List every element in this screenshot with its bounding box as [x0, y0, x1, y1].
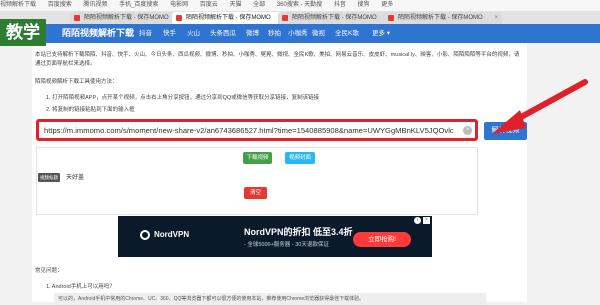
download-video-button[interactable]: 下载视频 — [243, 152, 272, 164]
tab-favicon-icon — [388, 15, 394, 21]
tab-favicon-icon — [282, 15, 288, 21]
parse-video-button[interactable]: 解析视频 — [484, 122, 527, 140]
video-title-text: 天好盖 — [66, 175, 85, 181]
faq-answer: 可以的，Android手机中常用的Chrome、UC、360、QQ等浏览器下都可… — [54, 293, 486, 305]
ad-banner[interactable]: i × NordVPN NordVPN的折扣 低至3.4折 - 全球5000+服… — [118, 216, 432, 257]
nav-item[interactable]: 抖音 — [139, 24, 152, 43]
ad-info-icon[interactable]: i — [414, 217, 421, 224]
bookmark-item[interactable]: 腾讯视频 — [83, 2, 107, 8]
ad-cta-button[interactable]: 立即抢购! — [353, 232, 411, 247]
browser-tab[interactable]: 陌陌视频解析下载 - 保存MOMO × — [384, 12, 502, 24]
bookmark-item[interactable]: 全部 — [253, 2, 265, 8]
bookmark-item[interactable]: 360搜索 - 天勤搜 — [277, 2, 322, 8]
nav-item[interactable]: 秒拍 — [268, 24, 281, 43]
nordvpn-logo-icon — [140, 230, 150, 240]
nav-more-dropdown[interactable]: 更多 ▾ — [372, 24, 390, 43]
ad-brand: NordVPN — [154, 230, 190, 239]
nav-item[interactable]: 微视 — [312, 24, 325, 43]
bookmark-item[interactable]: 搜狗 — [358, 2, 370, 8]
tab-title: 陌陌视频解析下载 - 保存MOMO — [186, 15, 271, 21]
site-logo[interactable]: 陌陌视频解析下载 — [62, 24, 134, 43]
bookmark-item[interactable]: 天猫 — [229, 2, 241, 8]
howto-step: 2. 将复制的链接粘贴到下面的输入框 — [46, 107, 135, 113]
howto-title: 陌陌视频解析下载工具使用方法： — [35, 79, 118, 85]
nav-item[interactable]: 全民K歌 — [335, 24, 359, 43]
browser-tab[interactable]: 陌陌视频解析下载 - 保存MOMO × — [70, 12, 184, 24]
download-cover-button[interactable]: 视频封面 — [285, 152, 315, 164]
video-title-tag: 视频标题 — [38, 173, 60, 182]
nav-item[interactable]: 头条西瓜 — [210, 24, 236, 43]
ad-close-icon[interactable]: × — [423, 217, 430, 224]
close-icon[interactable]: × — [494, 12, 498, 24]
bookmark-item[interactable]: 手机_百度搜索 — [119, 2, 158, 8]
browser-tab-strip: 陌陌视频解析下载 - 保存MOMO × 陌陌视频解析下载 - 保存MOMO × … — [0, 11, 600, 25]
browser-tab[interactable]: 陌陌视频解析下载 - 保存MOMO × — [278, 12, 396, 24]
tab-favicon-icon — [176, 15, 182, 21]
bookmark-item[interactable]: 抖音 — [334, 2, 346, 8]
bookmark-item[interactable]: 视频解析下载 — [0, 2, 36, 8]
bookmark-item[interactable]: 百度云 — [200, 2, 218, 8]
bookmark-item[interactable]: 更多 — [381, 2, 393, 8]
nav-item[interactable]: 快手 — [163, 24, 176, 43]
nav-item[interactable]: 火山 — [187, 24, 200, 43]
clear-input-icon[interactable]: × — [463, 126, 472, 135]
main-content: 本站已支持解析下载陌陌、抖音、快手、火山、今日头条、西瓜视频、微博、秒拍、小咖秀… — [32, 43, 527, 305]
tutorial-badge: 教学 — [0, 19, 46, 46]
tab-title: 陌陌视频解析下载 - 保存MOMO — [398, 15, 483, 21]
faq-title: 常见问题： — [35, 268, 63, 274]
browser-tab-active[interactable]: 陌陌视频解析下载 - 保存MOMO × — [172, 12, 290, 24]
nav-item[interactable]: 小咖秀 — [288, 24, 308, 43]
ad-subtext: - 全球5000+服务器 - 30天退款保证 — [244, 242, 329, 248]
tab-favicon-icon — [74, 15, 80, 21]
site-nav-bar: 陌陌视频解析下载 抖音 快手 火山 头条西瓜 微博 秒拍 小咖秀 微视 全民K歌… — [0, 24, 600, 43]
faq-question: 1. Android手机上可以用吗？ — [46, 284, 115, 290]
url-input[interactable]: https://m.immomo.com/s/moment/new-share-… — [36, 119, 478, 141]
ad-headline: NordVPN的折扣 低至3.4折 — [244, 227, 353, 237]
url-input-value[interactable]: https://m.immomo.com/s/moment/new-share-… — [44, 122, 462, 139]
bookmark-item[interactable]: 百度搜索 — [48, 2, 72, 8]
clear-button[interactable]: 清空 — [244, 187, 267, 199]
tab-title: 陌陌视频解析下载 - 保存MOMO — [292, 15, 377, 21]
intro-text: 本站已支持解析下载陌陌、抖音、快手、火山、今日头条、西瓜视频、微博、秒拍、小咖秀… — [35, 52, 520, 67]
nav-item[interactable]: 微博 — [246, 24, 259, 43]
bookmark-item[interactable]: 电影网 — [170, 2, 188, 8]
tab-title: 陌陌视频解析下载 - 保存MOMO — [84, 15, 169, 21]
howto-step: 1. 打开陌陌视频APP，点开某个视频，点击右上角分享按钮，通过分享到QQ或微信… — [46, 95, 320, 101]
